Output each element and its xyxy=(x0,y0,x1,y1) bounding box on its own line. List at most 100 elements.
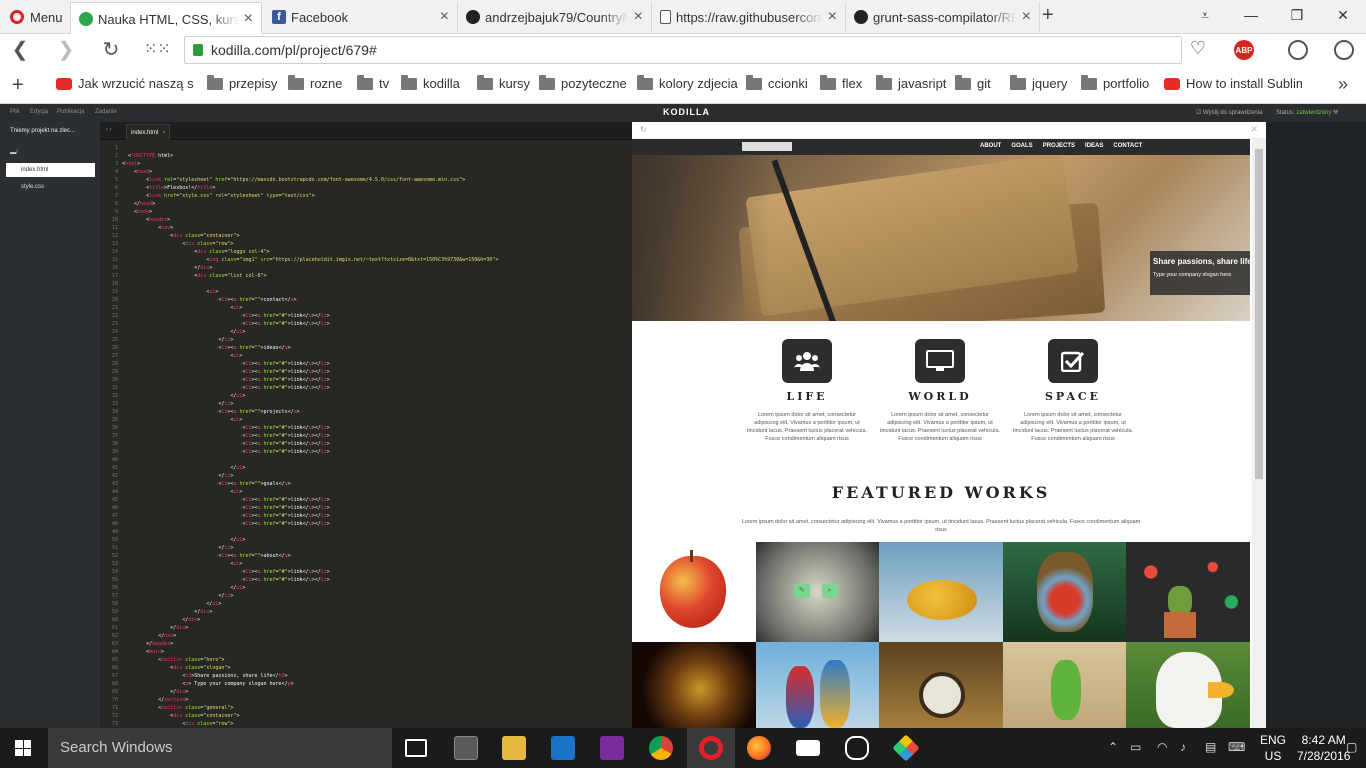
close-window-icon[interactable]: ✕ xyxy=(1320,0,1366,30)
gallery-mandrill[interactable] xyxy=(1002,542,1127,642)
tray-expand-chevron-icon[interactable]: ⌃ xyxy=(1108,740,1118,754)
bookmark-item[interactable]: Jak wrzucić naszą stro xyxy=(56,76,194,91)
account-icon[interactable] xyxy=(1334,40,1354,60)
bookmark-item[interactable]: rozne xyxy=(288,74,343,91)
code-line[interactable]: <li><a href="#">link</a></li> xyxy=(122,496,632,504)
code-line[interactable]: <li><a href="#">link</a></li> xyxy=(122,440,632,448)
code-content[interactable]: <!DOCTYPE html> <html> <head> <link rel="… xyxy=(122,144,632,728)
code-line[interactable]: <link rel="stylesheet" href="https://max… xyxy=(122,176,632,184)
action-center-icon[interactable]: ▢ xyxy=(1346,740,1357,754)
code-line[interactable]: </ul> xyxy=(122,584,632,592)
code-line[interactable]: <title>Flexbox!</title> xyxy=(122,184,632,192)
close-tab-icon[interactable]: × xyxy=(440,8,449,26)
code-line[interactable]: </ul> xyxy=(122,392,632,400)
onenote-icon[interactable] xyxy=(600,736,624,760)
code-line[interactable]: <li><a href="#">link</a></li> xyxy=(122,504,632,512)
reload-icon[interactable]: ↻ xyxy=(99,38,123,62)
code-line[interactable]: <ul> xyxy=(122,488,632,496)
close-tab-icon[interactable]: × xyxy=(244,10,253,28)
minimize-icon[interactable]: — xyxy=(1228,0,1274,30)
site-nav-link[interactable]: ABOUT xyxy=(980,143,1001,149)
github-desktop-icon[interactable] xyxy=(845,736,869,760)
send-for-review-button[interactable]: ☑ Wyślij do sprawdzenia xyxy=(1196,109,1262,116)
restore-icon[interactable]: ❐ xyxy=(1274,0,1320,30)
code-line[interactable]: <li><a href="#">link</a></li> xyxy=(122,384,632,392)
code-line[interactable]: <main> xyxy=(122,648,632,656)
speed-dial-grid-icon[interactable]: ⁙⁙ xyxy=(144,38,171,62)
code-line[interactable]: <li><a href="#">link</a></li> xyxy=(122,576,632,584)
file-explorer-icon[interactable] xyxy=(502,736,526,760)
code-line[interactable]: <li><a href="#">link</a></li> xyxy=(122,320,632,328)
code-line[interactable]: <!DOCTYPE html> xyxy=(122,152,632,160)
code-line[interactable]: <ul> xyxy=(122,304,632,312)
menu-edit[interactable]: Edycja xyxy=(30,109,48,115)
gallery-ladybug[interactable] xyxy=(879,542,1003,642)
code-line[interactable]: <li><a href="">ideas</a> xyxy=(122,344,632,352)
bookmark-item[interactable]: How to install Sublim xyxy=(1164,76,1302,91)
site-nav-link[interactable]: IDEAS xyxy=(1085,143,1103,149)
bookmark-item[interactable]: git xyxy=(955,74,991,91)
code-line[interactable]: <li><a href="#">link</a></li> xyxy=(122,448,632,456)
keyboard-icon[interactable]: ⌨ xyxy=(1228,740,1245,754)
code-line[interactable]: </li> xyxy=(122,472,632,480)
bookmark-item[interactable]: kolory zdjecia xyxy=(637,74,738,91)
code-line[interactable]: </div> xyxy=(122,264,632,272)
gallery-eagle[interactable] xyxy=(1126,642,1250,728)
code-line[interactable]: <li><a href="#">link</a></li> xyxy=(122,424,632,432)
search-icon[interactable]: ⌕ xyxy=(821,584,838,598)
search-windows-input[interactable]: Search Windows xyxy=(48,728,392,768)
opera-icon[interactable] xyxy=(699,736,723,760)
tab-grunt-sass[interactable]: grunt-sass-compilator/REA × xyxy=(846,2,1040,32)
code-line[interactable]: <li><a href="#">link</a></li> xyxy=(122,368,632,376)
code-line[interactable]: <li><a href="#">link</a></li> xyxy=(122,312,632,320)
wifi-icon[interactable]: ◠ xyxy=(1157,740,1167,754)
tab-facebook[interactable]: f Facebook × xyxy=(264,2,458,32)
code-line[interactable]: </head> xyxy=(122,200,632,208)
gallery-saxophone[interactable] xyxy=(632,642,756,728)
code-line[interactable] xyxy=(122,280,632,288)
code-line[interactable]: <div class="slogan"> xyxy=(122,664,632,672)
code-line[interactable]: <nav> xyxy=(122,224,632,232)
more-bookmarks-chevron-icon[interactable]: » xyxy=(1338,74,1348,95)
new-tab-plus-icon[interactable]: + xyxy=(1042,4,1054,27)
opera-menu-button[interactable]: Menu xyxy=(4,0,66,34)
menu-task[interactable]: Zadanie xyxy=(95,109,117,115)
download-icon[interactable] xyxy=(1288,40,1308,60)
code-line[interactable]: <div class="container"> xyxy=(122,712,632,720)
bookmark-item[interactable]: przepisy xyxy=(207,74,277,91)
gallery-apple[interactable] xyxy=(632,542,756,642)
site-nav-link[interactable]: PROJECTS xyxy=(1043,143,1075,149)
close-tab-icon[interactable]: × xyxy=(828,8,837,26)
system-clock[interactable]: 8:42 AM 7/28/2016 xyxy=(1297,732,1350,764)
tab-kodilla[interactable]: Nauka HTML, CSS, kurs on × xyxy=(70,2,262,35)
gallery-flower[interactable]: ✎ ⌕ xyxy=(755,542,880,642)
code-line[interactable]: </ul> xyxy=(122,464,632,472)
tab-menu-icon[interactable]: ⩡ xyxy=(1182,0,1228,30)
code-line[interactable]: <li><a href="#">link</a></li> xyxy=(122,432,632,440)
code-editor[interactable]: ‹ › index.html × 1 2 3 4 5 6 7 8 9 10 11 12 13 14 15 16 1… xyxy=(100,122,632,728)
tab-raw-github[interactable]: https://raw.githubuserconte × xyxy=(652,2,846,32)
code-line[interactable]: <li><a href="">contact</a> xyxy=(122,296,632,304)
scrollbar-thumb[interactable] xyxy=(1255,149,1263,479)
editor-nav-arrows-icon[interactable]: ‹ › xyxy=(106,127,112,133)
code-line[interactable]: </ul> xyxy=(122,328,632,336)
notes-icon[interactable]: ▤ xyxy=(1205,740,1216,754)
link-icon[interactable]: ✎ xyxy=(793,584,810,598)
gallery-cactus[interactable] xyxy=(1126,542,1250,642)
task-view-icon[interactable] xyxy=(405,739,427,757)
adblock-plus-icon[interactable]: ABP xyxy=(1234,40,1254,60)
language-indicator[interactable]: ENG US xyxy=(1260,732,1286,764)
gallery-pocket-watch[interactable] xyxy=(879,642,1003,728)
menu-file[interactable]: Plik xyxy=(10,109,20,115)
tab-github-countryna[interactable]: andrzejbajuk79/CountryNa × xyxy=(458,2,652,32)
code-line[interactable]: <p> Type your company slogan here</p> xyxy=(122,680,632,688)
code-line[interactable]: </header> xyxy=(122,640,632,648)
code-line[interactable]: <div class="row"> xyxy=(122,720,632,728)
volume-icon[interactable]: ♪ xyxy=(1180,740,1186,754)
code-line[interactable]: <div class="row"> xyxy=(122,240,632,248)
windows-start-icon[interactable] xyxy=(15,740,31,756)
code-line[interactable]: </li> xyxy=(122,544,632,552)
code-line[interactable]: <div class="loggo col-4"> xyxy=(122,248,632,256)
code-line[interactable]: </nav> xyxy=(122,632,632,640)
code-line[interactable]: </section> xyxy=(122,696,632,704)
